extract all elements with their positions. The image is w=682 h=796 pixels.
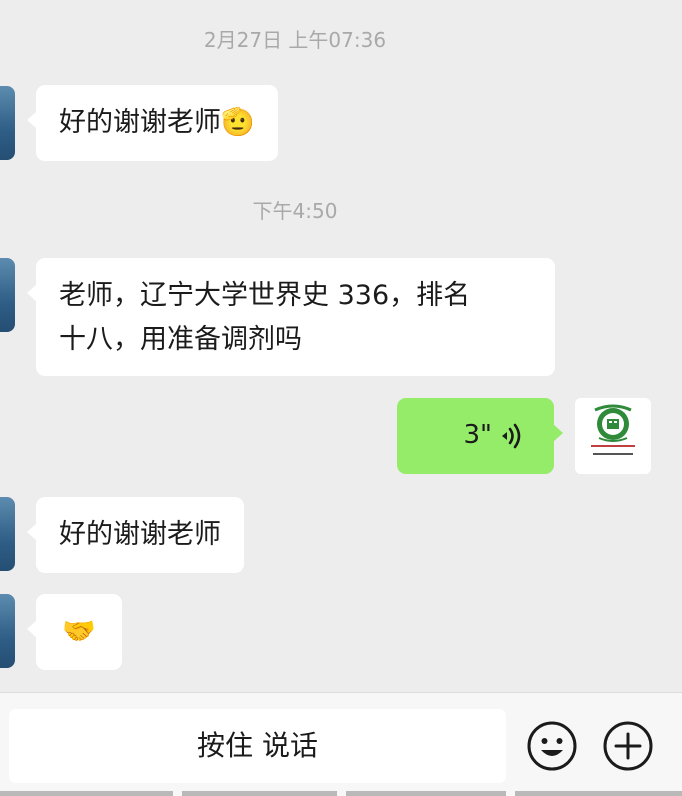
bottom-divider	[515, 791, 682, 796]
school-emblem-logo	[575, 398, 651, 474]
contact-avatar[interactable]	[0, 86, 15, 160]
voice-wave-icon	[498, 422, 522, 454]
contact-avatar[interactable]	[0, 497, 15, 571]
incoming-message-bubble[interactable]: 好的谢谢老师🫡	[27, 85, 278, 161]
contact-avatar[interactable]	[0, 258, 15, 332]
contact-avatar[interactable]	[0, 594, 15, 668]
message-text-line: 十八，用准备调剂吗	[59, 324, 302, 355]
bottom-divider	[182, 791, 337, 796]
chat-screen: 2月27日 上午07:36 好的谢谢老师🫡 下午4:50 老师，辽宁大学世界史 …	[0, 0, 682, 796]
timestamp: 下午4:50	[252, 199, 338, 223]
message-text-line: 老师，辽宁大学世界史 336，排名	[59, 280, 471, 311]
bottom-divider	[346, 791, 506, 796]
hold-to-talk-button[interactable]: 按住 说话	[9, 709, 506, 783]
plus-circle-icon[interactable]	[602, 720, 654, 772]
outgoing-voice-message-bubble[interactable]: 3"	[397, 398, 563, 474]
incoming-message-bubble[interactable]: 好的谢谢老师	[27, 497, 244, 573]
voice-duration: 3"	[463, 420, 492, 450]
smiley-face-icon[interactable]	[526, 720, 578, 772]
message-text: 好的谢谢老师🫡	[59, 107, 255, 138]
incoming-message-bubble[interactable]: 老师，辽宁大学世界史 336，排名 十八，用准备调剂吗	[27, 258, 555, 376]
message-text: 好的谢谢老师	[59, 519, 221, 550]
chat-input-bar: 按住 说话	[0, 692, 682, 796]
my-avatar[interactable]	[575, 398, 651, 474]
timestamp: 2月27日 上午07:36	[203, 28, 387, 52]
handshake-emoji: 🤝	[62, 616, 96, 647]
incoming-message-bubble[interactable]: 🤝	[27, 594, 122, 670]
bottom-divider	[0, 791, 173, 796]
